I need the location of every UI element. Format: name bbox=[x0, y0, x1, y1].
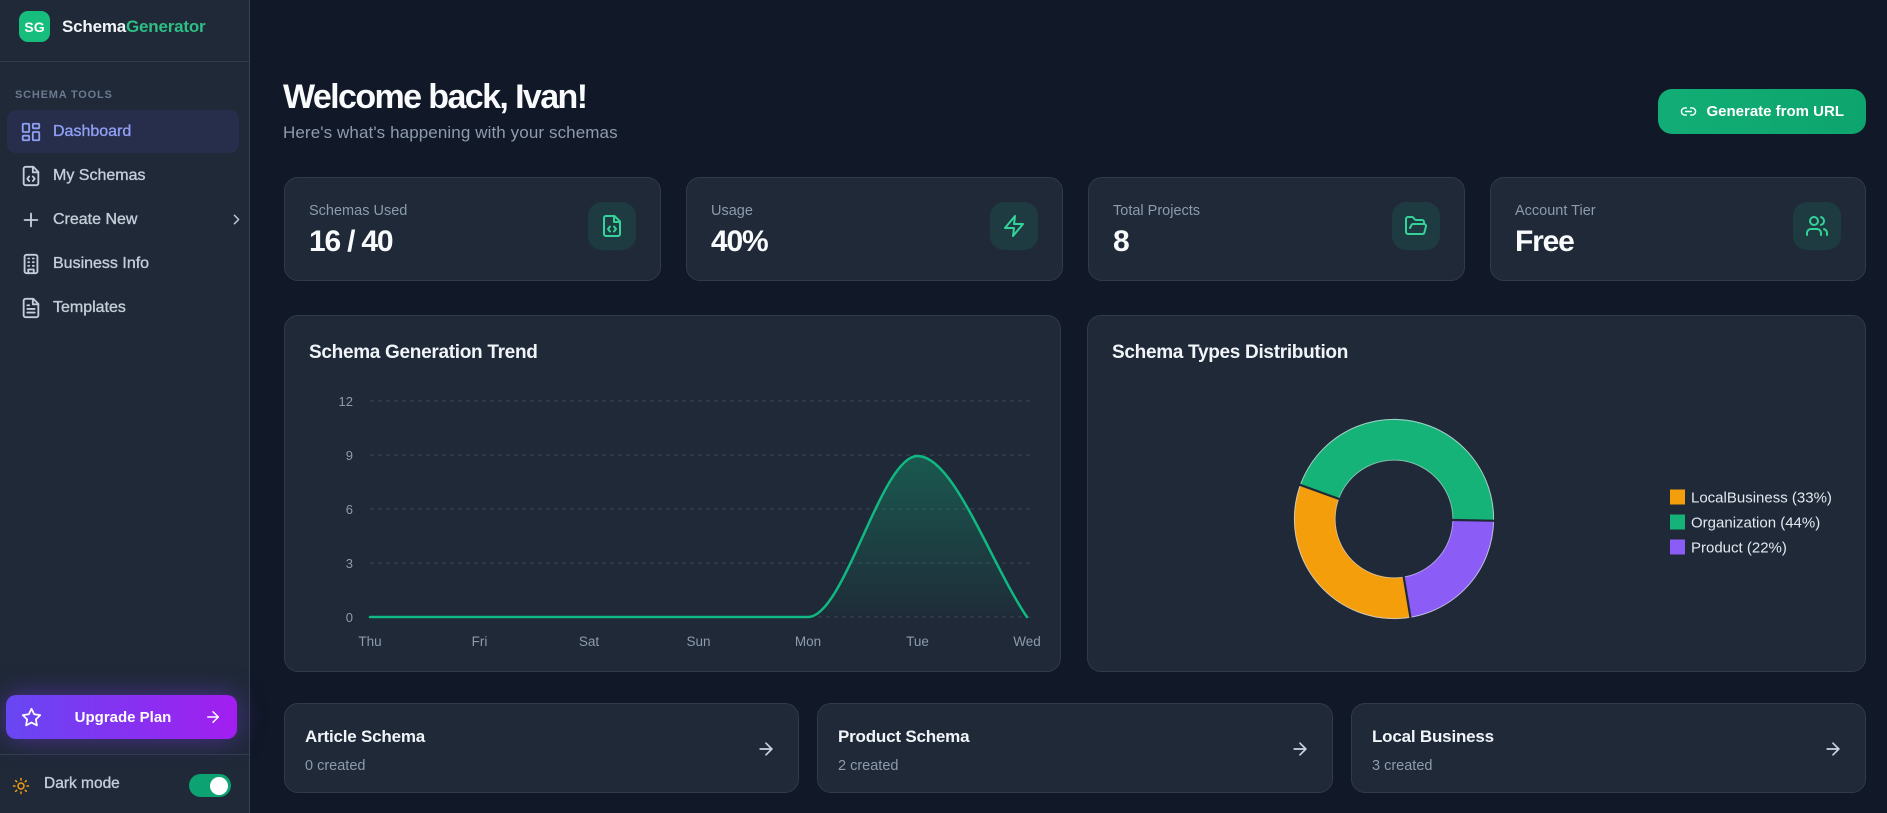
svg-text:9: 9 bbox=[346, 448, 353, 463]
svg-text:Thu: Thu bbox=[358, 634, 381, 649]
svg-text:0: 0 bbox=[346, 610, 353, 625]
svg-text:Sat: Sat bbox=[579, 634, 600, 649]
svg-text:Fri: Fri bbox=[472, 634, 488, 649]
svg-text:3: 3 bbox=[346, 556, 353, 571]
svg-text:Product (22%): Product (22%) bbox=[1691, 540, 1787, 557]
svg-text:Tue: Tue bbox=[906, 634, 929, 649]
svg-text:Sun: Sun bbox=[686, 634, 710, 649]
svg-text:12: 12 bbox=[339, 394, 353, 409]
svg-text:Organization (44%): Organization (44%) bbox=[1691, 515, 1820, 532]
svg-text:6: 6 bbox=[346, 502, 353, 517]
svg-text:Wed: Wed bbox=[1013, 634, 1041, 649]
svg-text:LocalBusiness (33%): LocalBusiness (33%) bbox=[1691, 490, 1832, 507]
svg-text:Mon: Mon bbox=[795, 634, 821, 649]
